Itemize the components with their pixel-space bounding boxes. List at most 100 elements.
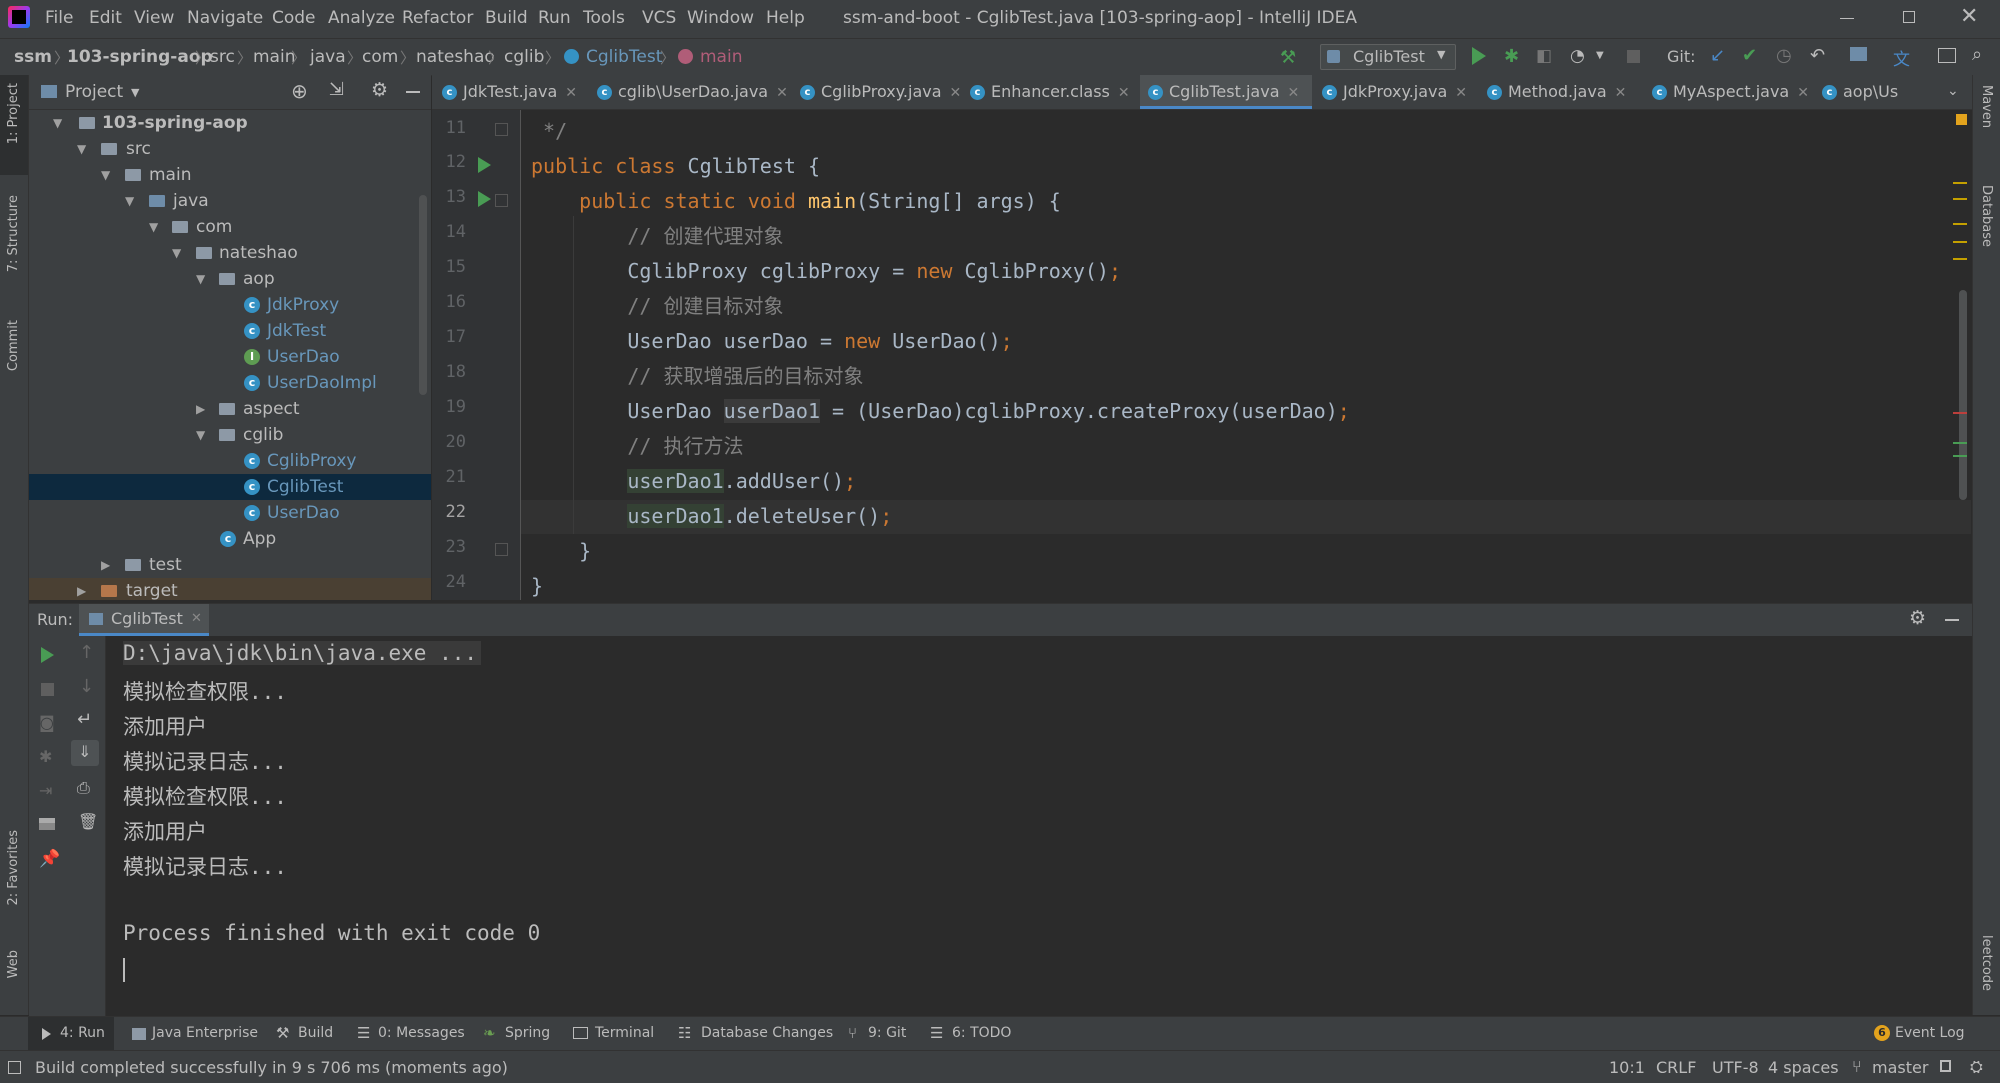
- tree-item-userdaoimpl[interactable]: c UserDaoImpl: [29, 370, 431, 396]
- exit-icon[interactable]: ⇥: [39, 781, 52, 800]
- pin-icon[interactable]: 📌: [39, 849, 60, 869]
- close-icon[interactable]: ✕: [1288, 85, 1300, 101]
- close-icon[interactable]: ✕: [565, 85, 577, 101]
- restore-icon[interactable]: [1903, 11, 1915, 23]
- tree-item-jdkproxy[interactable]: c JdkProxy: [29, 292, 431, 318]
- coverage-icon[interactable]: ◧: [1536, 46, 1552, 66]
- run-icon[interactable]: [1472, 47, 1486, 65]
- indent-setting[interactable]: 4 spaces: [1768, 1058, 1839, 1077]
- chevron-down-icon[interactable]: ⌄: [1947, 83, 1959, 99]
- git-commit-icon[interactable]: ✔: [1742, 45, 1757, 66]
- gear-icon[interactable]: ⚙: [1909, 607, 1926, 629]
- run-gutter-icon[interactable]: [478, 157, 491, 173]
- menu-navigate[interactable]: Navigate: [187, 8, 263, 28]
- print-icon[interactable]: ⎙: [77, 778, 90, 798]
- git-branch[interactable]: master: [1872, 1058, 1928, 1077]
- tab-jdktest[interactable]: c JdkTest.java ✕: [432, 75, 587, 109]
- caret-position[interactable]: 10:1: [1609, 1058, 1645, 1077]
- change-stripe-mark[interactable]: [1953, 442, 1967, 444]
- fold-icon[interactable]: [495, 123, 508, 136]
- error-stripe-mark[interactable]: [1953, 412, 1967, 414]
- breadcrumb-java[interactable]: java: [310, 47, 346, 67]
- tool-button-todo[interactable]: 6: TODO: [952, 1025, 1011, 1041]
- line-separator[interactable]: CRLF: [1656, 1058, 1696, 1077]
- translate-icon[interactable]: 文: [1893, 45, 1910, 70]
- locate-icon[interactable]: ⊕: [291, 79, 308, 103]
- tree-item-jdktest[interactable]: c JdkTest: [29, 318, 431, 344]
- project-structure-icon[interactable]: [1850, 47, 1867, 61]
- tool-button-run[interactable]: 4: Run: [28, 1017, 114, 1051]
- close-icon[interactable]: ✕: [1797, 85, 1809, 101]
- tab-aop-us[interactable]: c aop\Us: [1812, 75, 1922, 109]
- minimize-icon[interactable]: [1840, 18, 1854, 19]
- tree-item-app[interactable]: c App: [29, 526, 431, 552]
- file-encoding[interactable]: UTF-8: [1712, 1058, 1759, 1077]
- code-editor[interactable]: */ public class CglibTest { public stati…: [521, 110, 1971, 600]
- tree-item-java[interactable]: ▼ java: [29, 188, 431, 214]
- close-icon[interactable]: ✕: [1118, 85, 1130, 101]
- tab-method[interactable]: c Method.java ✕: [1477, 75, 1642, 109]
- stop-icon[interactable]: [41, 683, 54, 696]
- tree-item-main[interactable]: ▼ main: [29, 162, 431, 188]
- breadcrumb-com[interactable]: com: [362, 47, 398, 67]
- tab-enhancer[interactable]: c Enhancer.class ✕: [962, 75, 1140, 109]
- tab-cglibproxy[interactable]: c CglibProxy.java ✕: [792, 75, 962, 109]
- tree-item-cglib-userdao[interactable]: c UserDao: [29, 500, 431, 526]
- close-icon[interactable]: ✕: [950, 85, 962, 101]
- close-icon[interactable]: ✕: [776, 85, 788, 101]
- project-tool-tab[interactable]: 1: Project: [0, 75, 28, 175]
- console-command-line[interactable]: D:\java\jdk\bin\java.exe ...: [123, 641, 482, 665]
- project-view-title[interactable]: Project: [65, 82, 123, 102]
- memory-indicator-icon[interactable]: ⛭: [1970, 1057, 1983, 1077]
- tab-cglibtest[interactable]: c CglibTest.java ✕: [1140, 75, 1312, 109]
- collapse-all-icon[interactable]: ⇲: [329, 79, 344, 100]
- tree-item-aspect[interactable]: ▶ aspect: [29, 396, 431, 422]
- warning-stripe-mark[interactable]: [1953, 223, 1967, 225]
- chevron-down-icon[interactable]: ▼: [131, 86, 139, 99]
- menu-view[interactable]: View: [134, 8, 174, 28]
- status-message[interactable]: Build completed successfully in 9 s 706 …: [35, 1058, 508, 1077]
- editor-scrollbar[interactable]: [1959, 290, 1967, 500]
- soft-wrap-icon[interactable]: ↵: [77, 709, 92, 730]
- status-toggle-icon[interactable]: [8, 1061, 21, 1074]
- breadcrumb-nateshao[interactable]: nateshao: [416, 47, 495, 67]
- menu-vcs[interactable]: VCS: [642, 8, 676, 28]
- menu-build[interactable]: Build: [485, 8, 528, 28]
- git-update-icon[interactable]: ↙: [1710, 45, 1725, 66]
- scroll-to-end-icon[interactable]: ⇓: [71, 740, 99, 766]
- rollback-icon[interactable]: ↶: [1810, 45, 1825, 66]
- lock-icon[interactable]: [1940, 1060, 1951, 1072]
- menu-file[interactable]: File: [45, 8, 73, 28]
- tree-item-target[interactable]: ▶ target: [29, 578, 431, 600]
- tree-item-cglibtest[interactable]: c CglibTest: [29, 474, 431, 500]
- layout-icon[interactable]: [39, 818, 55, 830]
- close-window-icon[interactable]: ✕: [1960, 4, 1978, 29]
- tree-item-test[interactable]: ▶ test: [29, 552, 431, 578]
- tree-item-com[interactable]: ▼ com: [29, 214, 431, 240]
- debug-icon[interactable]: ✱: [39, 747, 52, 766]
- history-icon[interactable]: ◷: [1776, 45, 1792, 66]
- breadcrumb-method[interactable]: main: [700, 47, 742, 67]
- tool-button-java-enterprise[interactable]: Java Enterprise: [152, 1025, 258, 1041]
- warning-stripe-mark[interactable]: [1953, 182, 1967, 184]
- menu-refactor[interactable]: Refactor: [402, 8, 473, 28]
- favorites-tool-tab[interactable]: 2: Favorites: [6, 830, 21, 906]
- layout-icon[interactable]: [1938, 48, 1956, 63]
- menu-window[interactable]: Window: [687, 8, 754, 28]
- run-gutter-icon[interactable]: [478, 191, 491, 207]
- tree-item-cglibproxy[interactable]: c CglibProxy: [29, 448, 431, 474]
- tool-button-messages[interactable]: 0: Messages: [378, 1025, 465, 1041]
- debug-icon[interactable]: ✱: [1504, 46, 1519, 67]
- database-tool-tab[interactable]: Database: [1979, 185, 1994, 247]
- tool-button-spring[interactable]: Spring: [505, 1025, 550, 1041]
- inspection-status-icon[interactable]: [1956, 114, 1967, 125]
- menu-tools[interactable]: Tools: [583, 8, 625, 28]
- menu-help[interactable]: Help: [766, 8, 805, 28]
- gear-icon[interactable]: ⚙: [371, 79, 388, 101]
- tree-item-nateshao[interactable]: ▼ nateshao: [29, 240, 431, 266]
- change-stripe-mark[interactable]: [1953, 455, 1967, 457]
- close-icon[interactable]: ✕: [1455, 85, 1467, 101]
- close-icon[interactable]: ✕: [191, 611, 202, 626]
- menu-analyze[interactable]: Analyze: [328, 8, 395, 28]
- breadcrumb-main[interactable]: main: [253, 47, 295, 67]
